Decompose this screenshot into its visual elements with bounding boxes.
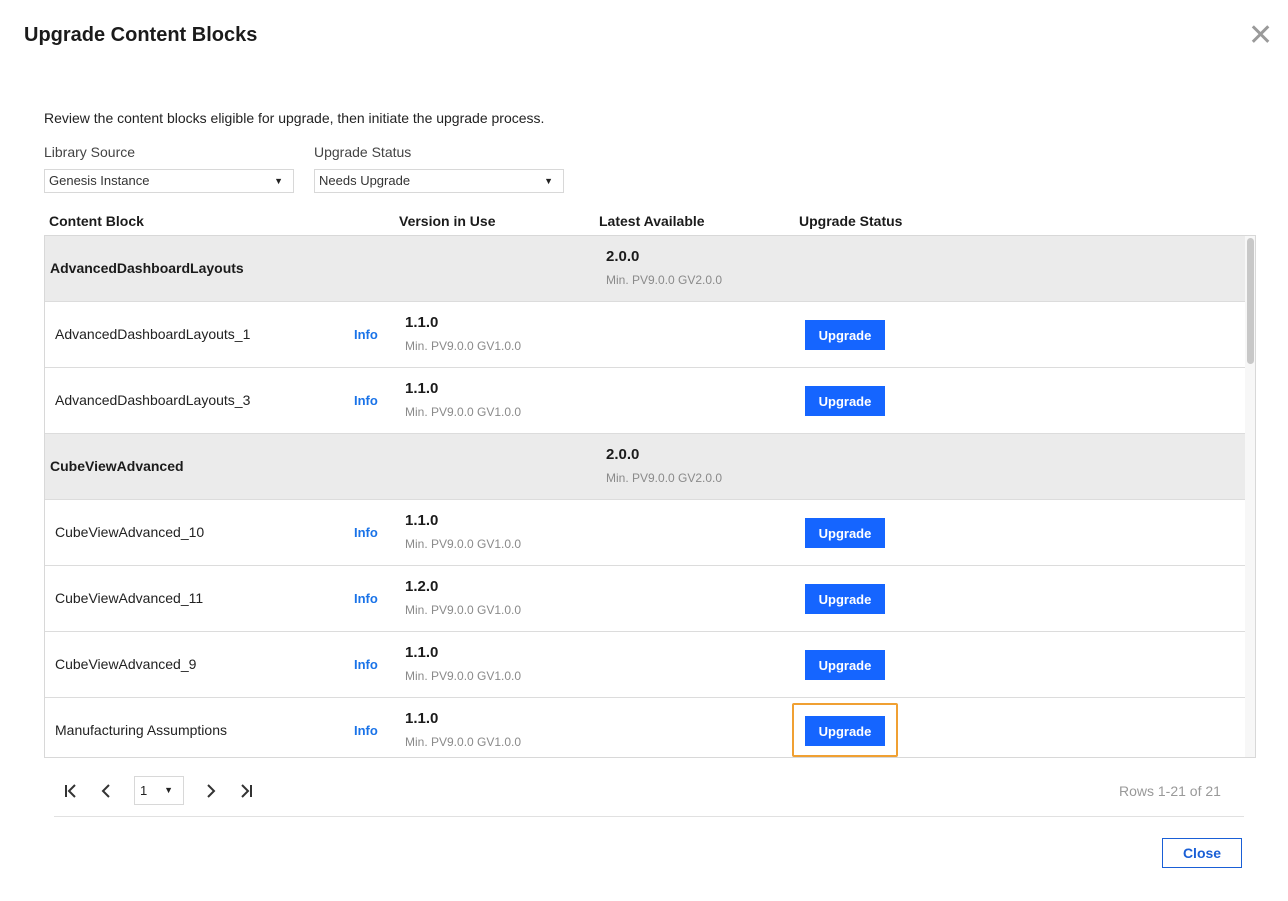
version-min-requirements: Min. PV9.0.0 GV1.0.0 [405,669,522,683]
version-min-requirements: Min. PV9.0.0 GV1.0.0 [405,405,522,419]
info-link[interactable]: Info [354,327,378,342]
info-link[interactable]: Info [354,723,378,738]
info-link[interactable]: Info [354,393,378,408]
table-row: CubeViewAdvanced_9 Info 1.1.0 Min. PV9.0… [45,632,1246,698]
column-header-content-block: Content Block [49,213,144,229]
chevron-down-icon: ▼ [544,176,553,186]
upgrade-status-label: Upgrade Status [314,144,412,160]
table-row: CubeViewAdvanced_11 Info 1.2.0 Min. PV9.… [45,566,1246,632]
version-in-use: 1.1.0 [405,644,439,661]
upgrade-status-value: Needs Upgrade [319,173,411,188]
scrollbar-track[interactable] [1245,236,1255,757]
chevron-down-icon: ▼ [164,785,173,795]
table-row: AdvancedDashboardLayouts_3 Info 1.1.0 Mi… [45,368,1246,434]
rows-info: Rows 1-21 of 21 [1119,783,1221,799]
content-block-name: CubeViewAdvanced_11 [55,590,204,606]
chevron-down-icon: ▼ [274,176,283,186]
info-link[interactable]: Info [354,657,378,672]
latest-version: 2.0.0 [606,446,640,463]
table-row: Manufacturing Assumptions Info 1.1.0 Min… [45,698,1246,757]
content-block-name: CubeViewAdvanced_10 [55,524,205,540]
content-blocks-grid: AdvancedDashboardLayouts 2.0.0 Min. PV9.… [44,235,1256,758]
version-min-requirements: Min. PV9.0.0 GV1.0.0 [405,603,522,617]
library-source-label: Library Source [44,144,136,160]
content-block-name: AdvancedDashboardLayouts_3 [55,392,251,408]
current-page: 1 [140,783,148,798]
version-in-use: 1.1.0 [405,314,439,331]
footer-divider [54,816,1244,817]
last-page-icon[interactable] [235,780,257,802]
table-row: CubeViewAdvanced_10 Info 1.1.0 Min. PV9.… [45,500,1246,566]
version-min-requirements: Min. PV9.0.0 GV1.0.0 [405,537,522,551]
column-header-latest-available: Latest Available [599,213,705,229]
upgrade-button[interactable]: Upgrade [805,320,885,350]
content-block-name: AdvancedDashboardLayouts_1 [55,326,251,342]
upgrade-button[interactable]: Upgrade [805,518,885,548]
group-name: CubeViewAdvanced [50,458,184,474]
version-min-requirements: Min. PV9.0.0 GV1.0.0 [405,735,522,749]
first-page-icon[interactable] [60,780,82,802]
latest-min-requirements: Min. PV9.0.0 GV2.0.0 [606,471,723,485]
upgrade-button[interactable]: Upgrade [805,584,885,614]
info-link[interactable]: Info [354,525,378,540]
scrollbar-thumb[interactable] [1247,238,1254,364]
next-page-icon[interactable] [200,780,222,802]
latest-min-requirements: Min. PV9.0.0 GV2.0.0 [606,273,723,287]
library-source-value: Genesis Instance [49,173,150,188]
column-header-version-in-use: Version in Use [399,213,496,229]
column-header-upgrade-status: Upgrade Status [799,213,903,229]
dialog-description: Review the content blocks eligible for u… [44,110,545,126]
content-block-name: Manufacturing Assumptions [55,722,227,738]
table-row: AdvancedDashboardLayouts_1 Info 1.1.0 Mi… [45,302,1246,368]
upgrade-button[interactable]: Upgrade [805,716,885,746]
version-min-requirements: Min. PV9.0.0 GV1.0.0 [405,339,522,353]
group-row: AdvancedDashboardLayouts 2.0.0 Min. PV9.… [45,236,1246,302]
group-row: CubeViewAdvanced 2.0.0 Min. PV9.0.0 GV2.… [45,434,1246,500]
version-in-use: 1.1.0 [405,512,439,529]
version-in-use: 1.1.0 [405,710,439,727]
upgrade-status-select[interactable]: Needs Upgrade ▼ [314,169,564,193]
prev-page-icon[interactable] [95,780,117,802]
dialog-title: Upgrade Content Blocks [24,24,258,46]
content-block-name: CubeViewAdvanced_9 [55,656,197,672]
info-link[interactable]: Info [354,591,378,606]
version-in-use: 1.1.0 [405,380,439,397]
group-name: AdvancedDashboardLayouts [50,260,244,276]
upgrade-button[interactable]: Upgrade [805,386,885,416]
version-in-use: 1.2.0 [405,578,439,595]
close-button[interactable]: Close [1162,838,1242,868]
latest-version: 2.0.0 [606,248,640,265]
library-source-select[interactable]: Genesis Instance ▼ [44,169,294,193]
close-x-icon[interactable]: ✕ [1248,21,1273,51]
upgrade-button[interactable]: Upgrade [805,650,885,680]
page-number-select[interactable]: 1 ▼ [134,776,184,805]
